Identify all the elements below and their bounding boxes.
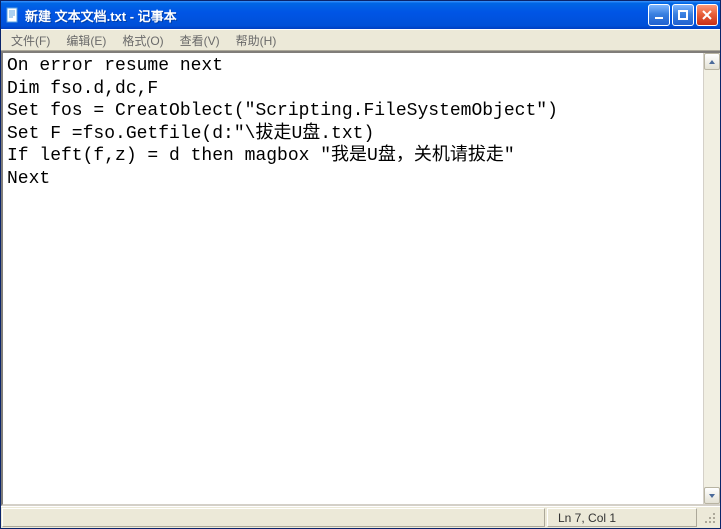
scroll-up-button[interactable]: [704, 53, 720, 70]
menu-edit[interactable]: 编辑(E): [58, 30, 114, 51]
menu-help[interactable]: 帮助(H): [228, 30, 285, 51]
status-position: Ln 7, Col 1: [547, 508, 697, 527]
title-bar: 新建 文本文档.txt - 记事本: [1, 1, 720, 29]
maximize-button[interactable]: [672, 4, 694, 26]
vertical-scrollbar[interactable]: [703, 53, 720, 504]
resize-grip[interactable]: [699, 508, 719, 527]
menu-bar: 文件(F) 编辑(E) 格式(O) 查看(V) 帮助(H): [1, 29, 720, 51]
scroll-down-button[interactable]: [704, 487, 720, 504]
text-editor[interactable]: On error resume next Dim fso.d,dc,F Set …: [3, 53, 703, 504]
window-controls: [648, 4, 718, 26]
scroll-track[interactable]: [704, 70, 720, 487]
window-title: 新建 文本文档.txt - 记事本: [25, 6, 648, 25]
minimize-button[interactable]: [648, 4, 670, 26]
menu-file[interactable]: 文件(F): [3, 30, 58, 51]
menu-format[interactable]: 格式(O): [114, 30, 171, 51]
menu-view[interactable]: 查看(V): [172, 30, 228, 51]
status-main: [2, 508, 545, 527]
app-icon: [5, 7, 21, 23]
editor-area: On error resume next Dim fso.d,dc,F Set …: [1, 51, 720, 506]
close-button[interactable]: [696, 4, 718, 26]
status-bar: Ln 7, Col 1: [1, 506, 720, 528]
